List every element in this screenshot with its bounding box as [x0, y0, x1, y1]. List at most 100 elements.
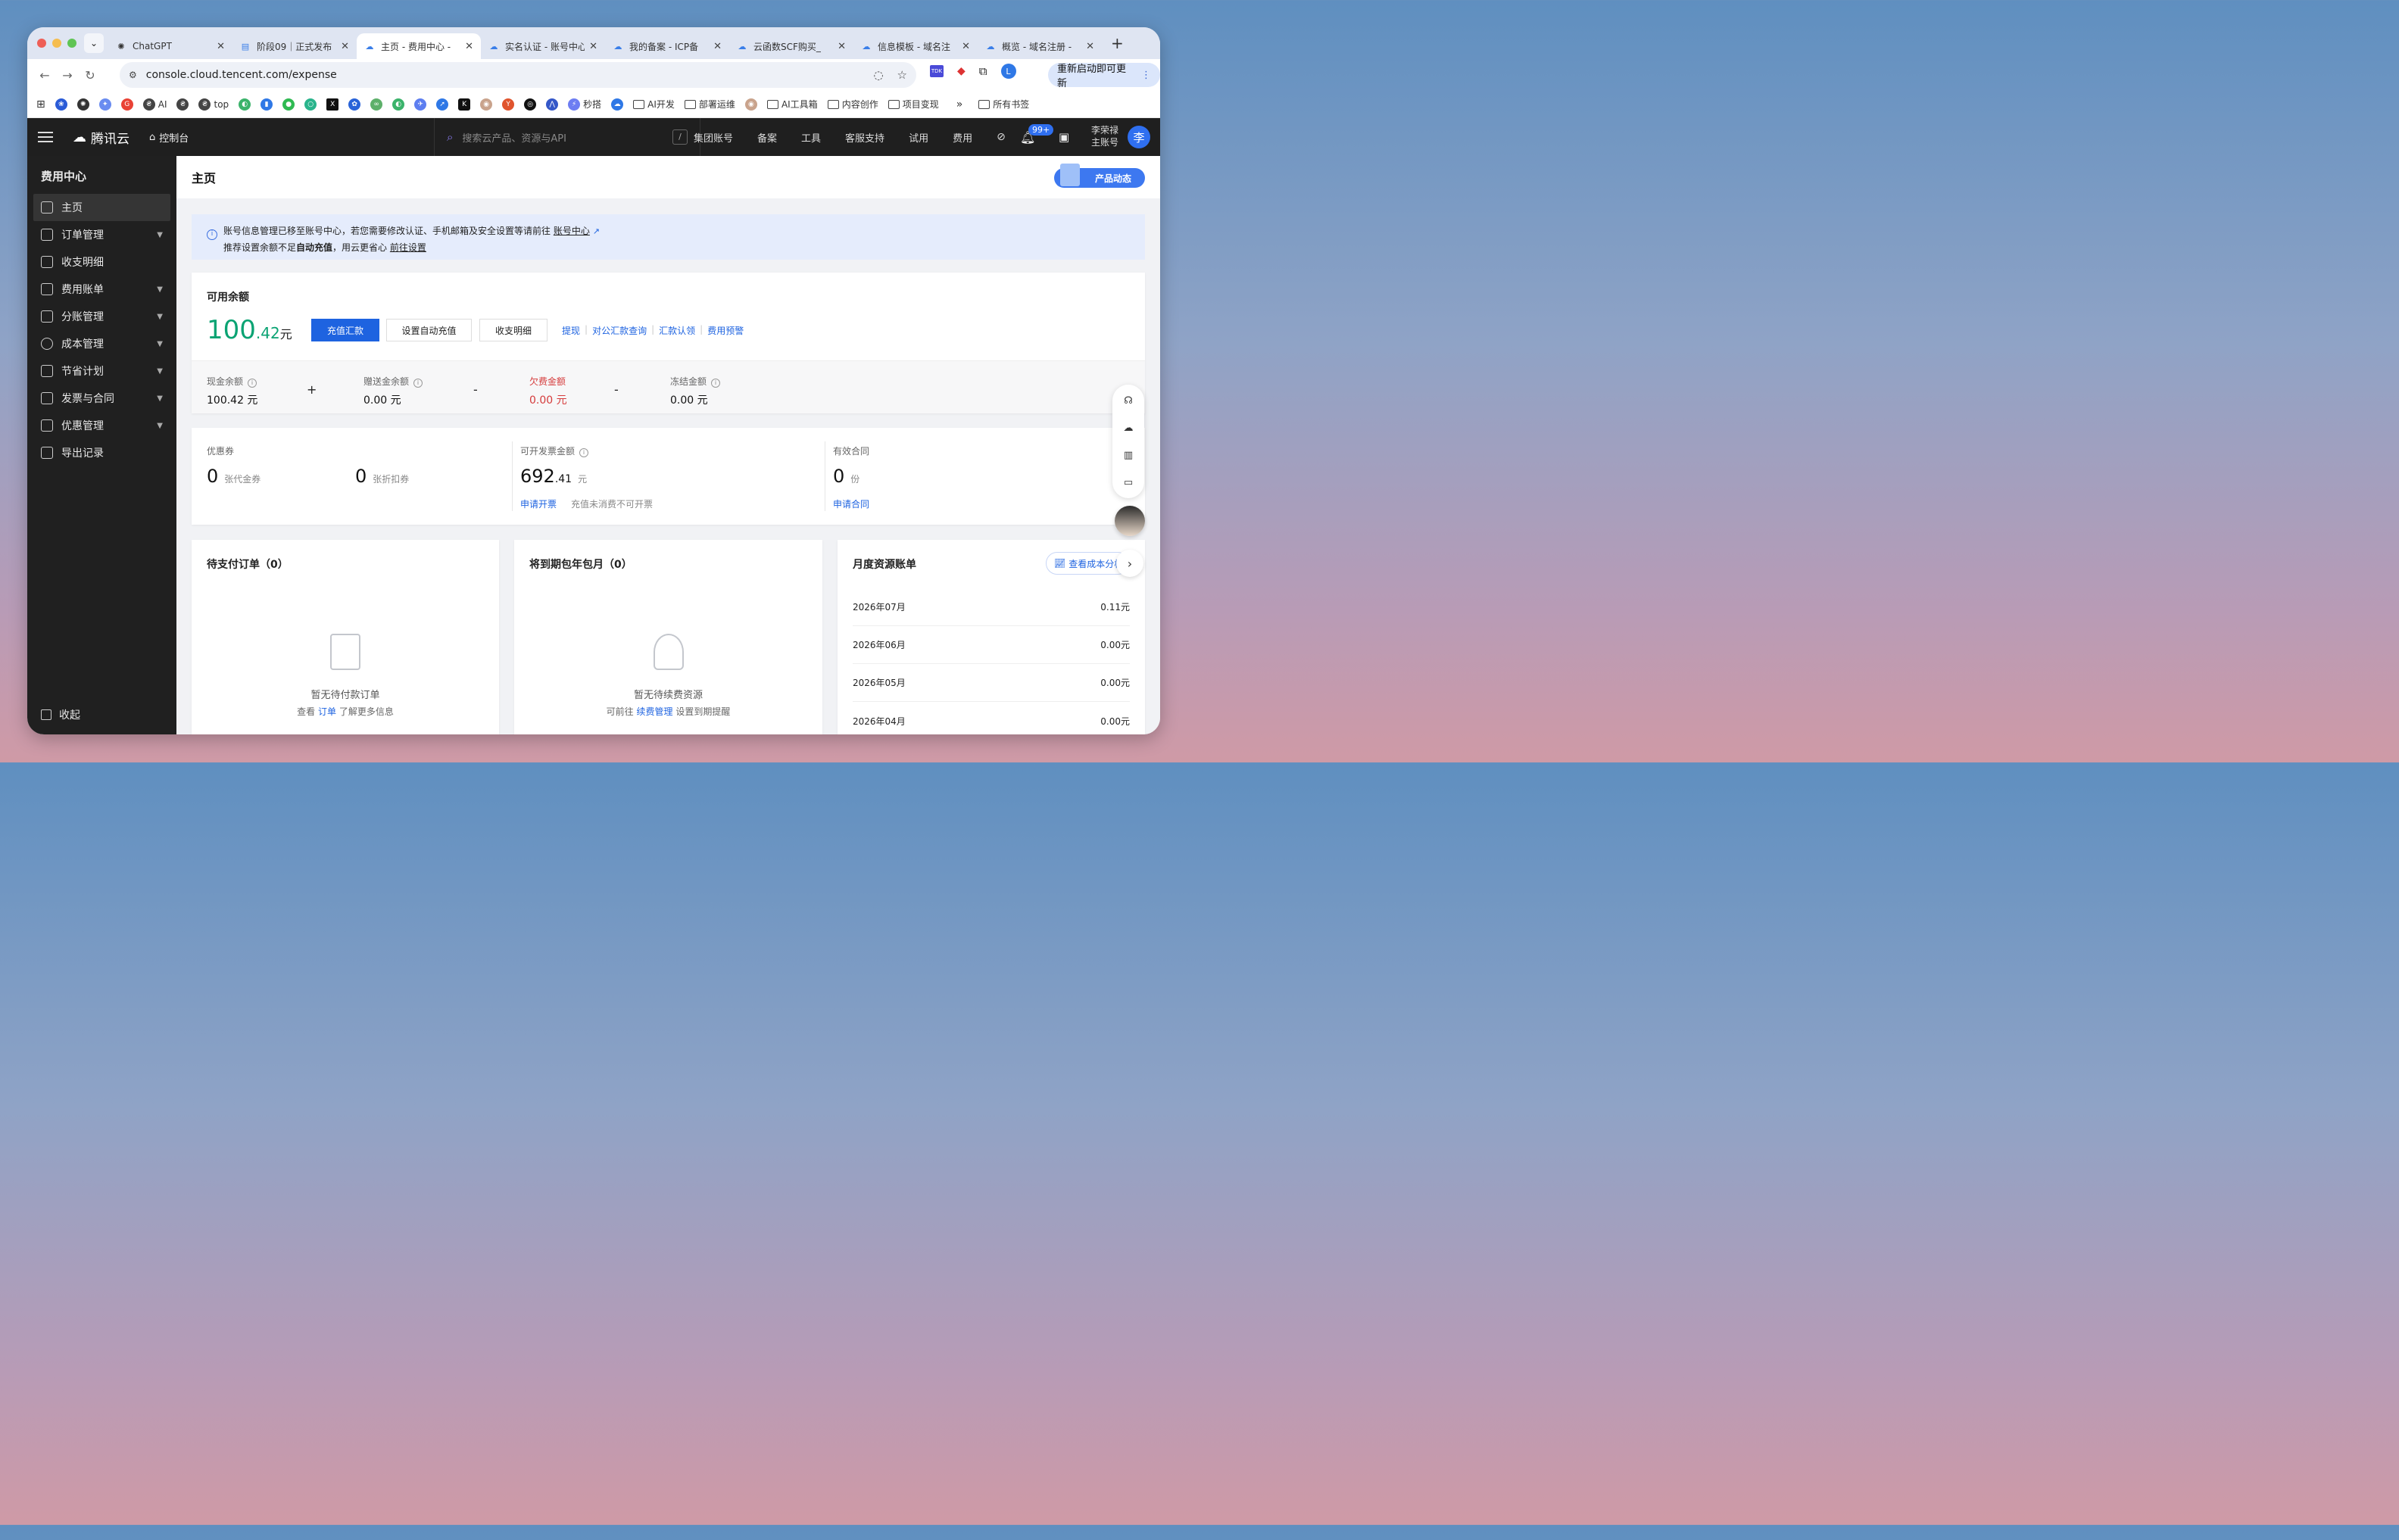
bookmark-bird-icon[interactable]: ✈	[414, 98, 427, 111]
sidebar-item-orders[interactable]: 订单管理 ▼	[33, 221, 170, 248]
eye-off-icon[interactable]: ◌	[873, 68, 883, 82]
close-icon[interactable]: ✕	[589, 41, 597, 52]
openai-icon[interactable]: ✺	[76, 98, 89, 111]
close-icon[interactable]: ✕	[217, 41, 225, 52]
tencent-cloud-logo[interactable]: ☁ 腾讯云	[73, 128, 129, 147]
corporate-transfer-link[interactable]: 对公汇款查询	[592, 324, 647, 337]
url-text[interactable]: console.cloud.tencent.com/expense	[146, 69, 337, 81]
google-icon[interactable]: G	[120, 98, 133, 111]
help-icon[interactable]: i	[711, 379, 721, 388]
close-icon[interactable]: ✕	[962, 41, 970, 52]
tab-expense-home[interactable]: ☁ 主页 - 费用中心 - ✕	[357, 33, 481, 59]
more-bookmarks-button[interactable]: »	[956, 98, 963, 111]
tab-chatgpt[interactable]: ✺ ChatGPT ✕	[108, 33, 232, 59]
orders-link[interactable]: 订单	[318, 706, 336, 717]
book-icon[interactable]: ▥	[1122, 450, 1135, 462]
remit-claim-link[interactable]: 汇款认领	[659, 324, 695, 337]
help-icon[interactable]: i	[579, 448, 589, 457]
gemini-icon[interactable]: ✦	[98, 98, 111, 111]
user-avatar[interactable]: 李	[1128, 126, 1150, 148]
bookmark-star-icon[interactable]: ☆	[897, 68, 907, 82]
close-icon[interactable]: ✕	[465, 41, 473, 52]
sidebar-item-invoice[interactable]: 发票与合同 ▼	[33, 385, 170, 412]
more-vert-icon[interactable]: ⋮	[1141, 70, 1151, 81]
apply-contract-link[interactable]: 申请合同	[833, 497, 869, 510]
nav-group-account[interactable]: 集团账号	[694, 130, 733, 145]
table-row[interactable]: 2026年04月 0.00元	[853, 702, 1130, 734]
link-icon[interactable]: ⊘	[997, 131, 1006, 143]
sidebar-item-transactions[interactable]: 收支明细	[33, 248, 170, 276]
headset-icon[interactable]: ☊	[1122, 395, 1135, 407]
nav-billing[interactable]: 费用	[953, 130, 972, 145]
extensions-puzzle-icon[interactable]: ⧉	[979, 64, 987, 78]
nav-support[interactable]: 客服支持	[845, 130, 884, 145]
bookmark-top[interactable]: ₴ top	[198, 98, 229, 111]
close-window-button[interactable]	[37, 39, 46, 48]
go-settings-link[interactable]: 前往设置	[390, 242, 426, 253]
table-row[interactable]: 2026年05月 0.00元	[853, 664, 1130, 702]
tab-stage09[interactable]: ▤ 阶段09｜正式发布 ✕	[232, 33, 357, 59]
bookmark-folder-deploy[interactable]: 部署运维	[684, 98, 735, 111]
transactions-button[interactable]: 收支明细	[479, 319, 547, 341]
forward-button[interactable]: →	[56, 68, 79, 83]
close-icon[interactable]: ✕	[838, 41, 846, 52]
sidebar-item-export[interactable]: 导出记录	[33, 439, 170, 466]
sidebar-item-home[interactable]: 主页	[33, 194, 170, 221]
auto-recharge-button[interactable]: 设置自动充值	[386, 319, 472, 341]
bookmark-blue-icon[interactable]: ✿	[348, 98, 361, 111]
bookmark-ring-icon[interactable]: ○	[304, 98, 317, 111]
profile-avatar[interactable]: L	[1000, 64, 1016, 79]
menu-icon[interactable]	[38, 132, 53, 142]
bookmark-folder-aidev[interactable]: AI开发	[633, 98, 675, 111]
new-tab-button[interactable]: +	[1111, 36, 1124, 51]
tab-domain-overview[interactable]: ☁ 概览 - 域名注册 - ✕	[978, 33, 1102, 59]
bookmark-folder-aitools[interactable]: AI工具箱	[766, 98, 818, 111]
cloud-alert-icon[interactable]: ☁	[1122, 422, 1135, 435]
x-icon[interactable]: X	[326, 98, 339, 111]
table-row[interactable]: 2026年06月 0.00元	[853, 626, 1130, 664]
address-bar[interactable]: ⚙ console.cloud.tencent.com/expense ◌ ☆	[120, 62, 916, 88]
recharge-button[interactable]: 充值汇款	[311, 319, 379, 341]
close-icon[interactable]: ✕	[713, 41, 722, 52]
nav-icp[interactable]: 备案	[757, 130, 777, 145]
sidebar-item-cost[interactable]: 成本管理 ▼	[33, 330, 170, 357]
close-icon[interactable]: ✕	[341, 41, 349, 52]
assistant-avatar[interactable]	[1115, 506, 1145, 536]
baidu-icon[interactable]: ❀	[55, 98, 67, 111]
chevron-right-icon[interactable]: ›	[1116, 550, 1143, 577]
maximize-window-button[interactable]	[67, 39, 76, 48]
apps-grid-icon[interactable]: ⊞	[36, 98, 45, 111]
bookmark-folder-monetize[interactable]: 项目变现	[888, 98, 939, 111]
bookmark-ai[interactable]: ₴ AI	[142, 98, 167, 111]
tab-info-template[interactable]: ☁ 信息模板 - 域名注 ✕	[853, 33, 978, 59]
nav-tools[interactable]: 工具	[801, 130, 821, 145]
renewal-manage-link[interactable]: 续费管理	[636, 706, 672, 717]
bookmark-folder-content[interactable]: 内容创作	[827, 98, 878, 111]
external-link-icon[interactable]: ↗	[593, 226, 600, 236]
minimize-window-button[interactable]	[52, 39, 61, 48]
bookmark-m-icon[interactable]: ⋀	[546, 98, 559, 111]
back-button[interactable]: ←	[33, 68, 56, 83]
feedback-icon[interactable]: ▭	[1122, 477, 1135, 489]
all-bookmarks-folder[interactable]: 所有书签	[978, 98, 1029, 111]
bookmark-arrow-icon[interactable]: ➚	[436, 98, 449, 111]
tdk-extension-icon[interactable]: TDK	[930, 65, 944, 77]
inbox-icon[interactable]: ▣	[1059, 130, 1069, 144]
bookmark-miaoda[interactable]: ⚡ 秒搭	[568, 98, 601, 111]
bookmark-avatar-icon[interactable]: ◉	[744, 98, 757, 111]
extension-red-icon[interactable]: ◆	[957, 65, 966, 77]
console-link[interactable]: ⌂ 控制台	[149, 130, 189, 145]
bookmark-green-icon[interactable]: ◐	[392, 98, 405, 111]
tencent-cloud-icon[interactable]: ☁	[611, 98, 624, 111]
tab-icp[interactable]: ☁ 我的备案 - ICP备 ✕	[605, 33, 729, 59]
sidebar-item-savings[interactable]: 节省计划 ▼	[33, 357, 170, 385]
bookmark-icon[interactable]: ₴	[176, 98, 189, 111]
help-icon[interactable]: i	[248, 379, 257, 388]
wechat-icon[interactable]: ●	[282, 98, 295, 111]
cash-coupon-count[interactable]: 0 张代金券	[207, 466, 260, 487]
bookmark-chart-icon[interactable]: ▮	[260, 98, 273, 111]
collapse-sidebar-button[interactable]: 收起	[41, 707, 80, 722]
global-search-input[interactable]: ⌕ 搜索云产品、资源与API /	[434, 118, 700, 156]
bookmark-link-icon[interactable]: ∞	[370, 98, 383, 111]
product-news-button[interactable]: 产品动态	[1054, 164, 1145, 188]
